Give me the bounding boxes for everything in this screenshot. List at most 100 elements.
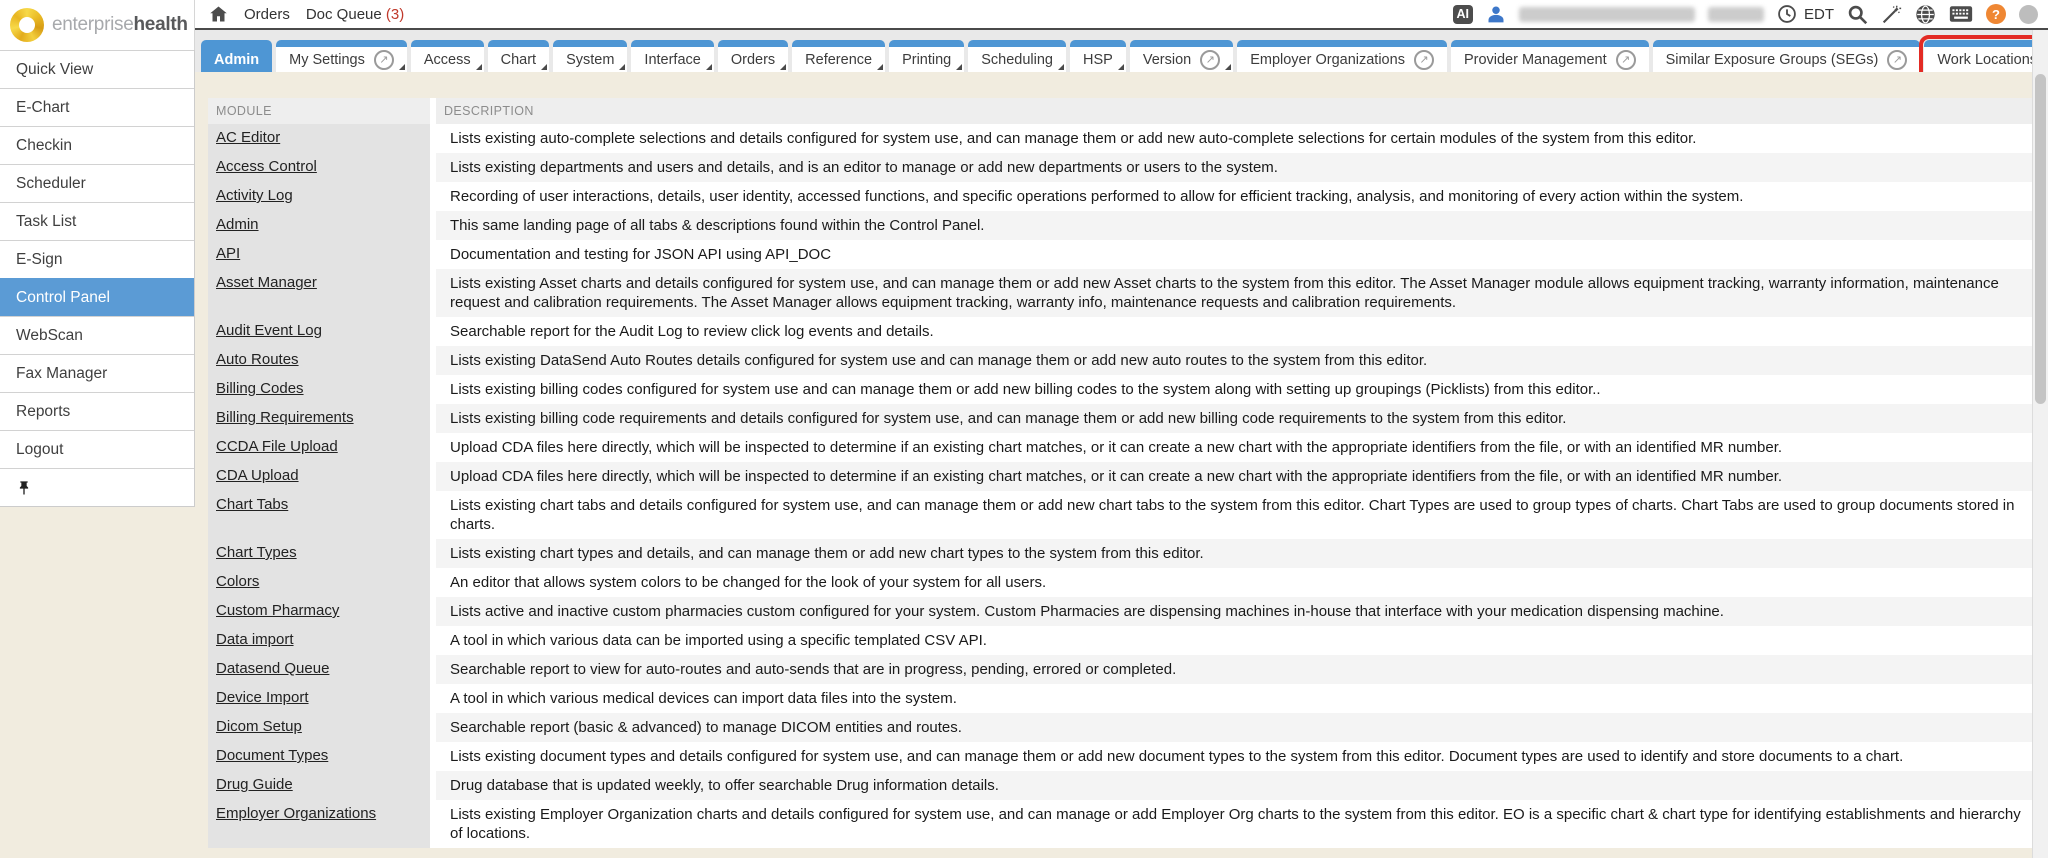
sidebar-item-reports[interactable]: Reports	[0, 392, 194, 430]
keyboard-icon[interactable]	[1949, 5, 1973, 23]
dropdown-caret-icon	[706, 64, 712, 70]
module-link-employer-organizations[interactable]: Employer Organizations	[216, 805, 376, 822]
enterprisehealth-logo-icon	[10, 8, 44, 42]
sidebar-item-task-list[interactable]: Task List	[0, 202, 194, 240]
tab-version[interactable]: Version ↗	[1130, 40, 1233, 72]
tab-my-settings[interactable]: My Settings ↗	[276, 40, 407, 72]
clock-icon[interactable]	[1777, 4, 1797, 24]
tab-interface[interactable]: Interface	[631, 40, 713, 72]
sidebar-item-label: E-Chart	[16, 99, 69, 117]
breadcrumb-doc-queue[interactable]: Doc Queue (3)	[306, 6, 404, 23]
open-new-window-icon[interactable]: ↗	[1887, 50, 1907, 70]
sidebar-item-e-chart[interactable]: E-Chart	[0, 88, 194, 126]
sidebar-item-control-panel[interactable]: Control Panel	[0, 278, 194, 316]
sidebar: Quick View E-Chart Checkin Scheduler Tas…	[0, 50, 195, 507]
sidebar-item-label: Checkin	[16, 137, 72, 155]
module-link-device-import[interactable]: Device Import	[216, 689, 309, 706]
module-link-asset-manager[interactable]: Asset Manager	[216, 274, 317, 291]
open-new-window-icon[interactable]: ↗	[1200, 50, 1220, 70]
module-link-datasend-queue[interactable]: Datasend Queue	[216, 660, 329, 677]
tab-reference[interactable]: Reference	[792, 40, 885, 72]
sidebar-item-label: Fax Manager	[16, 365, 107, 383]
dropdown-caret-icon	[1058, 64, 1064, 70]
module-link-ccda-file-upload[interactable]: CCDA File Upload	[216, 438, 338, 455]
brand-logo[interactable]: enterprisehealth	[0, 0, 195, 50]
module-link-chart-types[interactable]: Chart Types	[216, 544, 297, 561]
module-description: Lists existing billing code requirements…	[433, 404, 2032, 433]
dropdown-caret-icon	[877, 64, 883, 70]
module-link-custom-pharmacy[interactable]: Custom Pharmacy	[216, 602, 339, 619]
redacted-username	[1519, 7, 1695, 22]
tab-label: Printing	[902, 52, 951, 68]
tab-access[interactable]: Access	[411, 40, 484, 72]
tab-similar-exposure-groups-segs[interactable]: Similar Exposure Groups (SEGs) ↗	[1653, 40, 1921, 72]
column-header-module: MODULE	[208, 98, 433, 124]
dropdown-caret-icon	[476, 64, 482, 70]
brand-name-light: enterprise	[52, 14, 134, 35]
tab-employer-organizations[interactable]: Employer Organizations ↗	[1237, 40, 1447, 72]
open-new-window-icon[interactable]: ↗	[374, 50, 394, 70]
sidebar-item-label: Reports	[16, 403, 70, 421]
timezone-label: EDT	[1804, 6, 1834, 23]
module-link-billing-requirements[interactable]: Billing Requirements	[216, 409, 354, 426]
sidebar-item-webscan[interactable]: WebScan	[0, 316, 194, 354]
module-link-drug-guide[interactable]: Drug Guide	[216, 776, 293, 793]
tab-hsp[interactable]: HSP	[1070, 40, 1126, 72]
module-description: Lists existing chart types and details, …	[433, 539, 2032, 568]
module-description: Recording of user interactions, details,…	[433, 182, 2032, 211]
tab-chart[interactable]: Chart	[488, 40, 549, 72]
table-row: Billing Requirements Lists existing bill…	[208, 404, 2032, 433]
globe-icon[interactable]	[1915, 4, 1936, 25]
sidebar-item-fax-manager[interactable]: Fax Manager	[0, 354, 194, 392]
module-link-activity-log[interactable]: Activity Log	[216, 187, 293, 204]
sidebar-item-logout[interactable]: Logout	[0, 430, 194, 468]
sidebar-item-e-sign[interactable]: E-Sign	[0, 240, 194, 278]
scrollbar-thumb[interactable]	[2035, 74, 2046, 404]
user-icon[interactable]	[1486, 4, 1506, 24]
table-row: Activity Log Recording of user interacti…	[208, 182, 2032, 211]
tab-scheduling[interactable]: Scheduling	[968, 40, 1066, 72]
home-icon[interactable]	[209, 5, 228, 23]
help-icon[interactable]: ?	[1986, 4, 2006, 24]
tab-admin[interactable]: Admin	[201, 40, 272, 72]
tab-orders[interactable]: Orders	[718, 40, 788, 72]
tab-printing[interactable]: Printing	[889, 40, 964, 72]
module-link-audit-event-log[interactable]: Audit Event Log	[216, 322, 322, 339]
module-description: A tool in which various data can be impo…	[433, 626, 2032, 655]
module-link-ac-editor[interactable]: AC Editor	[216, 129, 280, 146]
module-link-access-control[interactable]: Access Control	[216, 158, 317, 175]
tab-work-locations[interactable]: Work Locations ↗	[1924, 40, 2048, 72]
sidebar-item-scheduler[interactable]: Scheduler	[0, 164, 194, 202]
ai-badge[interactable]: AI	[1453, 5, 1474, 24]
module-link-cda-upload[interactable]: CDA Upload	[216, 467, 299, 484]
table-row: Admin This same landing page of all tabs…	[208, 211, 2032, 240]
avatar[interactable]	[2019, 5, 2038, 24]
tab-system[interactable]: System	[553, 40, 627, 72]
module-link-colors[interactable]: Colors	[216, 573, 259, 590]
sidebar-item-label: Control Panel	[16, 289, 110, 307]
open-new-window-icon[interactable]: ↗	[1616, 50, 1636, 70]
module-link-billing-codes[interactable]: Billing Codes	[216, 380, 304, 397]
module-link-data-import[interactable]: Data import	[216, 631, 294, 648]
module-link-api[interactable]: API	[216, 245, 240, 262]
module-link-dicom-setup[interactable]: Dicom Setup	[216, 718, 302, 735]
vertical-scrollbar[interactable]	[2032, 30, 2048, 858]
module-link-auto-routes[interactable]: Auto Routes	[216, 351, 299, 368]
sidebar-item-checkin[interactable]: Checkin	[0, 126, 194, 164]
table-row: Custom Pharmacy Lists active and inactiv…	[208, 597, 2032, 626]
sidebar-item-quick-view[interactable]: Quick View	[0, 50, 194, 88]
module-description: Upload CDA files here directly, which wi…	[433, 433, 2032, 462]
tab-label: Similar Exposure Groups (SEGs)	[1666, 52, 1879, 68]
open-new-window-icon[interactable]: ↗	[1414, 50, 1434, 70]
breadcrumb-orders[interactable]: Orders	[244, 6, 290, 23]
module-link-admin[interactable]: Admin	[216, 216, 259, 233]
module-link-document-types[interactable]: Document Types	[216, 747, 328, 764]
tab-provider-management[interactable]: Provider Management ↗	[1451, 40, 1649, 72]
module-link-chart-tabs[interactable]: Chart Tabs	[216, 496, 288, 513]
dropdown-caret-icon	[541, 64, 547, 70]
modules-table: MODULE DESCRIPTION AC Editor Lists exist…	[208, 98, 2032, 848]
search-icon[interactable]	[1847, 4, 1868, 25]
pin-icon	[16, 480, 32, 496]
sidebar-pin-button[interactable]	[0, 468, 194, 506]
wand-icon[interactable]	[1881, 4, 1902, 25]
